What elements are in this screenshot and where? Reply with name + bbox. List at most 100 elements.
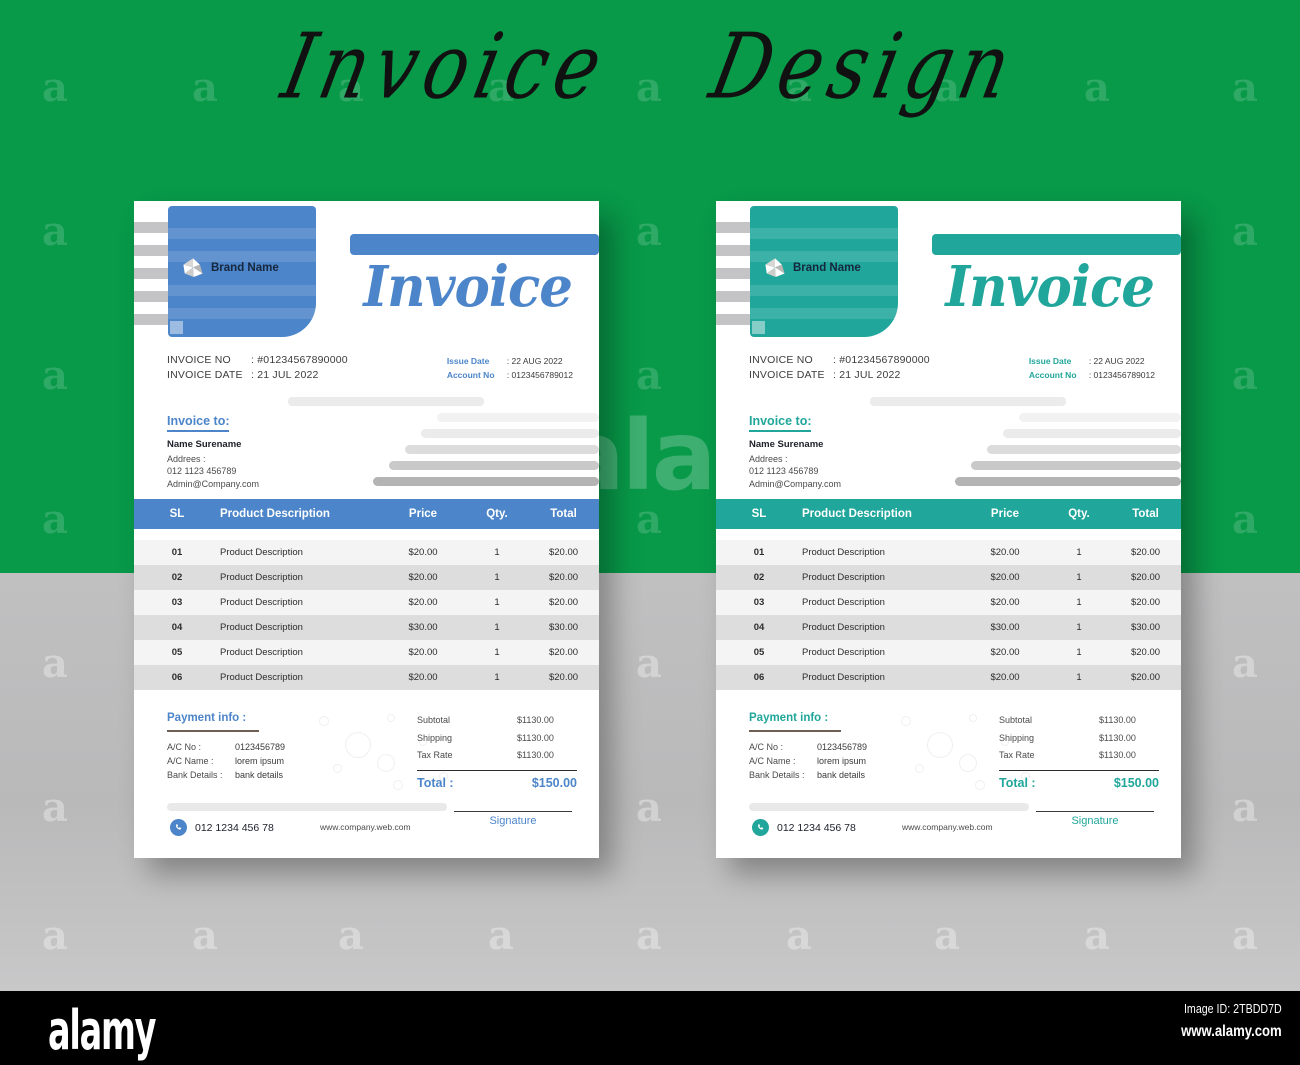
total-value: $1130.00	[1099, 715, 1136, 725]
total-value: $1130.00	[1099, 732, 1136, 743]
payment-row: A/C No : 0123456789	[749, 740, 867, 754]
cell-description: Product Description	[802, 572, 885, 583]
footer-phone[interactable]: 012 1234 456 78	[170, 819, 274, 836]
card-header: Brand Name Invoice	[716, 201, 1181, 353]
cell-total: $20.00	[548, 572, 579, 583]
invoice-meta: INVOICE NO: #01234567890000 INVOICE DATE:…	[716, 353, 1181, 397]
table-row[interactable]: 06 Product Description $20.00 1 $20.00	[134, 665, 599, 690]
payment-section: Payment info : A/C No : 0123456789 A/C Nam…	[134, 706, 599, 858]
watermark-letter: a	[42, 640, 68, 687]
table-row[interactable]: 05 Product Description $20.00 1 $20.00	[716, 640, 1181, 665]
table-row[interactable]: 03 Product Description $20.00 1 $20.00	[134, 590, 599, 615]
meta-row: INVOICE DATE: 21 JUL 2022	[749, 368, 930, 383]
invoice-to-heading: Invoice to:	[749, 414, 812, 428]
cell-qty: 1	[494, 647, 500, 658]
brand-panel: Brand Name	[168, 206, 316, 337]
table-row[interactable]: 05 Product Description $20.00 1 $20.00	[134, 640, 599, 665]
watermark-letter: a	[636, 912, 662, 959]
alamy-image-id: Image ID: 2TBDD7D	[1184, 1001, 1282, 1016]
cell-sl: 03	[753, 597, 765, 608]
grand-total-value: $150.00	[1113, 775, 1159, 790]
meta-row: Account No: 0123456789012	[1029, 369, 1155, 383]
watermark-letter: a	[1232, 352, 1258, 399]
customer-address-label: Addrees :	[749, 453, 788, 464]
grand-total-label: Total :	[999, 775, 1036, 790]
watermark-letter: a	[636, 784, 662, 831]
meta-row: INVOICE DATE : 21 JUL 2022	[167, 368, 348, 383]
table-row[interactable]: 03 Product Description $20.00 1 $20.00	[716, 590, 1181, 615]
total-label: Tax Rate	[999, 750, 1035, 760]
cell-price: $20.00	[408, 672, 438, 683]
table-gap	[716, 529, 1181, 540]
watermark-letter: a	[1232, 496, 1258, 543]
watermark-letter: a	[786, 912, 812, 959]
watermark-letter: a	[1232, 912, 1258, 959]
footer-phone[interactable]: 012 1234 456 78	[752, 819, 856, 836]
pinwheel-logo-icon	[183, 258, 203, 277]
col-header-price: Price	[990, 508, 1020, 520]
meta-label: INVOICE DATE	[167, 369, 243, 381]
grand-total-row: Total : $150.00	[417, 776, 577, 790]
table-row[interactable]: 02 Product Description $20.00 1 $20.00	[134, 565, 599, 590]
table-row[interactable]: 06 Product Description $20.00 1 $20.00	[716, 665, 1181, 690]
line-items-table: SL Product Description Price Qty. Total …	[716, 499, 1181, 690]
table-row[interactable]: 01 Product Description $20.00 1 $20.00	[134, 540, 599, 565]
cell-total: $20.00	[1130, 672, 1161, 683]
cell-description: Product Description	[802, 647, 885, 658]
meta-value: : 21 JUL 2022	[251, 369, 319, 381]
meta-label: Account No	[446, 369, 495, 380]
cell-total: $20.00	[1130, 597, 1161, 608]
col-header-description: Product Description	[220, 508, 330, 520]
table-row[interactable]: 02 Product Description $20.00 1 $20.00	[716, 565, 1181, 590]
phone-icon	[170, 819, 187, 836]
signature-label: Signature	[1071, 815, 1119, 828]
cell-total: $30.00	[548, 622, 579, 633]
alamy-footer-bar: alamy Image ID: 2TBDD7D www.alamy.com	[0, 991, 1300, 1065]
payment-key: A/C Name :	[167, 756, 214, 766]
customer-email: Admin@Company.com	[167, 478, 259, 489]
watermark-letter: a	[934, 912, 960, 959]
payment-value: bank details	[235, 770, 284, 780]
meta-label: Issue Date	[446, 356, 490, 366]
footer-website[interactable]: www.company.web.com	[320, 822, 411, 832]
table-row[interactable]: 04 Product Description $30.00 1 $30.00	[716, 615, 1181, 640]
payment-value: 0123456789	[235, 742, 286, 752]
cell-price: $20.00	[408, 572, 438, 583]
payment-row: A/C No : 0123456789	[167, 740, 285, 754]
signature-label: Signature	[489, 815, 537, 828]
table-row[interactable]: 04 Product Description $30.00 1 $30.00	[134, 615, 599, 640]
brand-panel: Brand Name	[750, 206, 898, 337]
payment-row: Bank Details : bank details	[167, 768, 285, 782]
totals-block: Subtotal $1130.00 Shipping $1130.00 Tax Rate…	[417, 712, 577, 790]
total-row: Shipping $1130.00	[999, 730, 1159, 748]
watermark-letter: a	[1232, 784, 1258, 831]
table-row[interactable]: 01 Product Description $20.00 1 $20.00	[716, 540, 1181, 565]
pinwheel-logo-icon	[765, 258, 785, 277]
total-value: $1130.00	[517, 750, 554, 760]
footer-website[interactable]: www.company.web.com	[902, 822, 993, 832]
cell-qty: 1	[494, 547, 500, 558]
watermark-letter: a	[636, 352, 662, 399]
brand[interactable]: Brand Name	[182, 258, 279, 278]
invoice-to-block: Invoice to: Name Surename Addrees : 012 …	[167, 412, 259, 490]
grand-total-row: Total : $150.00	[999, 776, 1159, 790]
payment-key: A/C No :	[167, 742, 202, 752]
cell-qty: 1	[1076, 572, 1082, 583]
total-value: $1130.00	[1099, 750, 1136, 760]
poster-title-word-1: Invoice	[273, 14, 618, 120]
alamy-url[interactable]: www.alamy.com	[1181, 1023, 1282, 1041]
cell-total: $20.00	[548, 597, 579, 608]
meta-row: Account No: 0123456789012	[447, 369, 573, 383]
invoice-meta-right: Issue Date: 22 AUG 2022 Account No: 01234…	[1029, 355, 1155, 382]
decor-bar-stack	[359, 413, 599, 493]
poster-canvas: aaaaaaaaaaaaaaaaaaaaaaaaaaaaaaaaaaaaaaaa…	[0, 0, 1300, 1065]
total-value: $1130.00	[517, 732, 554, 743]
footer-phone-number: 012 1234 456 78	[777, 821, 856, 834]
col-header-sl: SL	[751, 508, 767, 520]
invoice-to-heading: Invoice to:	[167, 414, 230, 428]
watermark-letter: a	[42, 912, 68, 959]
card-header: Brand Name Invoice	[134, 201, 599, 353]
brand[interactable]: Brand Name	[764, 258, 861, 278]
meta-value: : 0123456789012	[1088, 369, 1155, 380]
meta-label: INVOICE NO	[167, 354, 231, 366]
